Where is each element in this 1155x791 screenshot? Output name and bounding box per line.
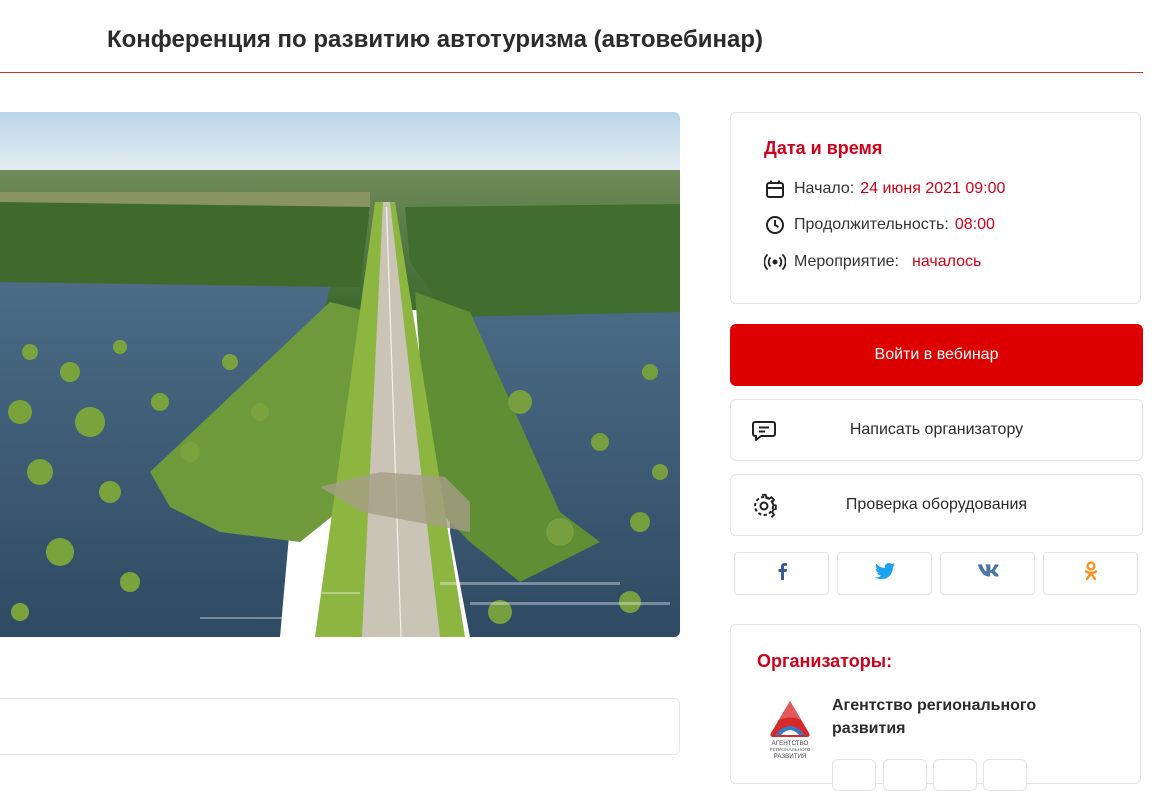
equipment-check-label: Проверка оборудования (845, 496, 1028, 513)
organizer-contact-button[interactable] (883, 759, 927, 791)
vk-icon (977, 564, 999, 583)
share-twitter-button[interactable] (837, 552, 932, 595)
share-vk-button[interactable] (940, 552, 1035, 595)
organizers-heading: Организаторы: (757, 651, 893, 671)
twitter-icon (874, 563, 895, 584)
start-label: Начало: (794, 180, 855, 197)
facebook-icon (776, 562, 788, 585)
duration-row: Продолжительность: 08:00 (764, 213, 995, 237)
duration-value: 08:00 (954, 216, 995, 233)
clock-icon (764, 214, 786, 236)
title-divider (0, 72, 1143, 73)
organizer-name[interactable]: Агентство регионального развития (832, 694, 1092, 740)
start-value: 24 июня 2021 09:00 (860, 180, 1006, 197)
event-description-card (0, 698, 680, 755)
event-cover-image (0, 112, 680, 637)
event-info-heading: Дата и время (764, 138, 883, 158)
calendar-icon (764, 178, 786, 200)
broadcast-icon (764, 251, 786, 273)
organizer-logo-line2: РЕГИОНАЛЬНОГО (770, 747, 811, 752)
organizer-contact-button[interactable] (933, 759, 977, 791)
join-webinar-button[interactable]: Войти в вебинар (730, 324, 1143, 386)
message-organizer-label: Написать организатору (849, 421, 1024, 438)
message-organizer-button[interactable]: Написать организатору (730, 399, 1143, 461)
organizer-contact-button[interactable] (832, 759, 876, 791)
duration-label: Продолжительность: (794, 216, 949, 233)
share-odnoklassniki-button[interactable] (1043, 552, 1138, 595)
status-row: Мероприятие: началось (764, 250, 981, 274)
share-facebook-button[interactable] (734, 552, 829, 595)
status-label: Мероприятие: (794, 253, 899, 270)
page-title: Конференция по развитию автотуризма (авт… (107, 26, 764, 53)
equipment-check-button[interactable]: Проверка оборудования (730, 474, 1143, 536)
start-row: Начало: 24 июня 2021 09:00 (764, 177, 1005, 201)
organizer-contact-button[interactable] (983, 759, 1027, 791)
odnoklassniki-icon (1084, 561, 1098, 586)
organizers-card: Организаторы: АГЕНТСТВО РЕГИОНАЛЬНОГО РА… (730, 624, 1141, 791)
organizer-logo-line1: АГЕНТСТВО (772, 740, 809, 747)
event-info-card: Дата и время Начало: 24 июня 2021 09:00 … (730, 112, 1141, 304)
status-value: началось (911, 253, 982, 270)
organizer-logo[interactable]: АГЕНТСТВО РЕГИОНАЛЬНОГО РАЗВИТИЯ (765, 695, 815, 761)
organizer-logo-line3: РАЗВИТИЯ (774, 753, 807, 760)
